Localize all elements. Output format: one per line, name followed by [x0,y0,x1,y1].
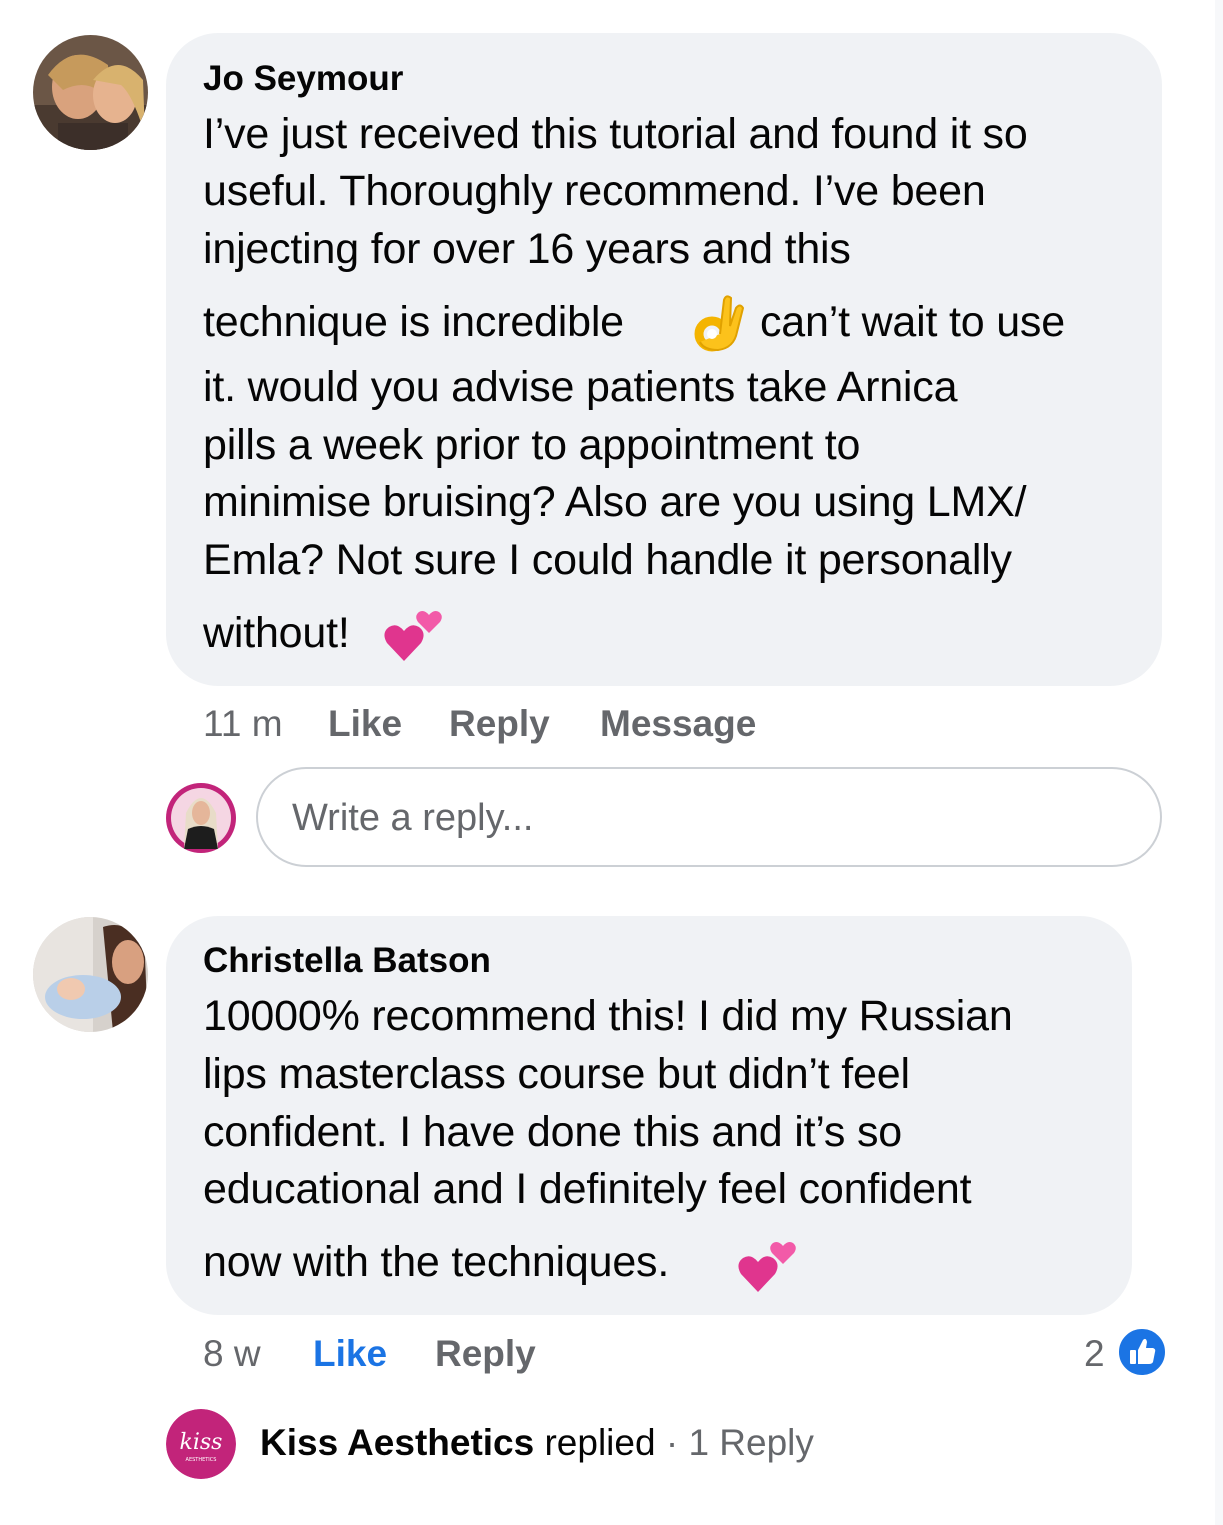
separator-dot: · [665,1422,679,1463]
reaction-count[interactable]: 2 [1084,1333,1105,1375]
like-button[interactable]: Like [328,703,402,745]
replies-link[interactable]: Kiss Aesthetics replied · 1 Reply [260,1422,814,1464]
replier-name: Kiss Aesthetics [260,1422,535,1463]
current-user-avatar[interactable] [166,783,236,853]
comment-timestamp[interactable]: 11 m [203,703,283,745]
comment-text-line: educational and I definitely feel confid… [203,1165,972,1213]
comment-text-line: pills a week prior to appointment to [203,421,861,469]
comment-text-line: injecting for over 16 years and this [203,225,851,273]
comment-text-line: Emla? Not sure I could handle it persona… [203,536,1012,584]
reply-button[interactable]: Reply [435,1333,536,1375]
two-hearts-emoji [384,603,444,668]
reply-count: 1 Reply [688,1422,814,1463]
comment-text-line: now with the techniques. [203,1238,670,1286]
thumbs-up-icon[interactable] [1116,1326,1168,1378]
comment-author[interactable]: Jo Seymour [203,59,403,99]
comment-text-line: can’t wait to use [760,298,1065,346]
comment-text-line: 10000% recommend this! I did my Russian [203,992,1013,1040]
comment-text-line: without! [203,609,350,657]
comment-text-line: confident. I have done this and it’s so [203,1108,902,1156]
message-button[interactable]: Message [600,703,756,745]
logo-subtext: AESTHETICS [186,1457,217,1463]
comment-text-line: technique is incredible [203,298,624,346]
two-hearts-emoji [738,1234,798,1299]
comment-text-line: lips masterclass course but didn’t feel [203,1050,910,1098]
comment-text-line: useful. Thoroughly recommend. I’ve been [203,167,986,215]
ok-hand-emoji [690,290,746,359]
reply-button[interactable]: Reply [449,703,550,745]
reply-input[interactable]: Write a reply... [256,767,1162,867]
avatar-christella-batson[interactable] [33,917,148,1032]
comment-timestamp[interactable]: 8 w [203,1333,261,1375]
avatar-jo-seymour[interactable] [33,35,148,150]
like-button-active[interactable]: Like [313,1333,387,1375]
logo-text: kiss [180,1430,223,1455]
comment-text-line: it. would you advise patients take Arnic… [203,363,958,411]
comment-text-line: I’ve just received this tutorial and fou… [203,110,1028,158]
comment-author[interactable]: Christella Batson [203,941,491,981]
page-edge [1215,0,1223,1525]
comment-text-line: minimise bruising? Also are you using LM… [203,478,1027,526]
replied-label: replied [544,1422,656,1463]
kiss-aesthetics-logo[interactable]: kiss AESTHETICS [166,1409,236,1479]
reply-input-placeholder: Write a reply... [292,797,534,839]
